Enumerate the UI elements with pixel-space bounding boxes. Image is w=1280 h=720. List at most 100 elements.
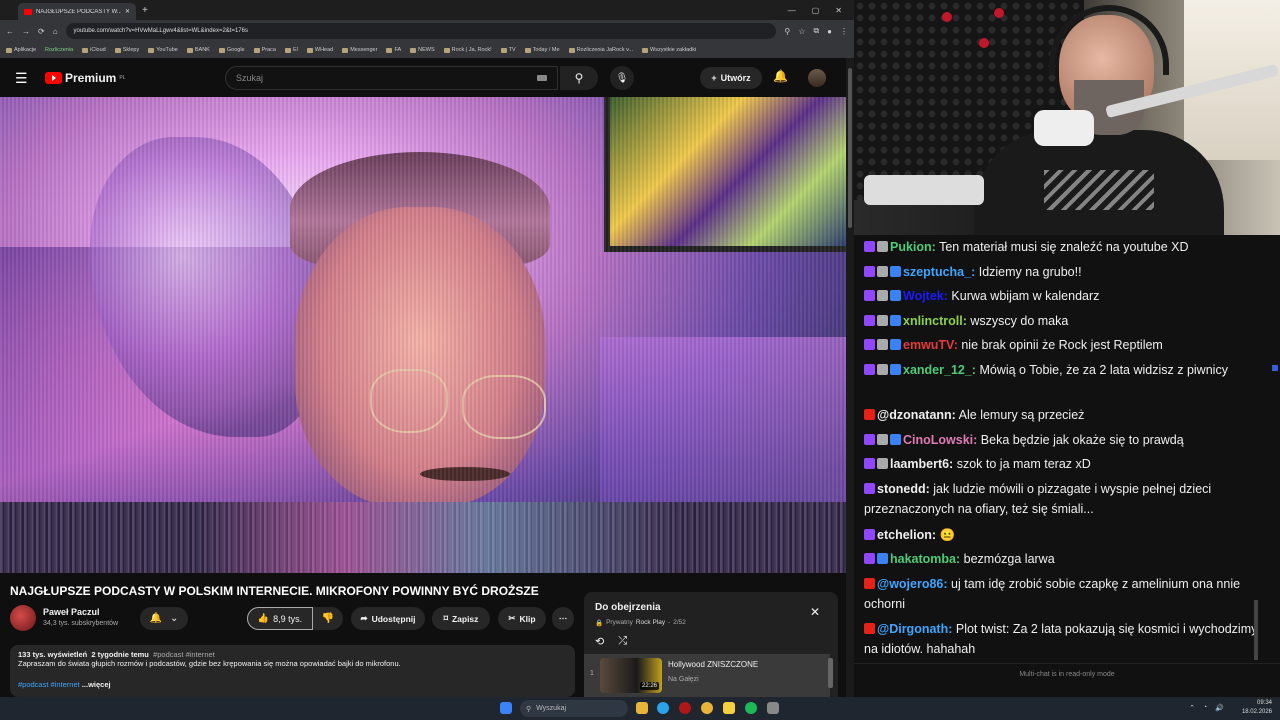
browser-tab[interactable]: NAJGŁUPSZE PODCASTY W... ✕	[18, 3, 136, 20]
close-window-icon[interactable]: ✕	[835, 6, 842, 15]
chat-username[interactable]: laambert6:	[890, 457, 953, 471]
star-icon[interactable]: ☆	[798, 27, 805, 36]
youtube-logo[interactable]: Premium PL	[45, 71, 125, 85]
pinned-app-icon[interactable]	[767, 702, 779, 714]
playlist-item[interactable]: 1 22:26 Hollywood ZNISZCZONE Na Gałęzi	[584, 654, 830, 697]
search-input[interactable]: Szukaj	[225, 66, 558, 90]
chat-username[interactable]: Wojtek:	[903, 289, 948, 303]
close-icon[interactable]: ✕	[810, 605, 820, 619]
kebab-menu-icon[interactable]: ⋮	[840, 27, 848, 36]
bookmark-item[interactable]: Today / Me	[524, 47, 560, 53]
shuffle-icon[interactable]: ⤮	[618, 635, 627, 648]
bookmark-item[interactable]: Google	[218, 47, 245, 53]
bookmark-item[interactable]: NEWS	[410, 47, 435, 53]
playlist-scrollbar[interactable]	[828, 658, 833, 688]
bookmark-item[interactable]: FA	[386, 47, 401, 53]
url-field[interactable]: youtube.com/watch?v=HVwMaLLgwv4&list=WL&…	[65, 23, 777, 39]
description-hashtags[interactable]: #podcast #internet	[18, 680, 80, 689]
back-icon[interactable]: ←	[6, 27, 14, 36]
file-explorer-icon[interactable]	[636, 702, 648, 714]
spotify-icon[interactable]	[745, 702, 757, 714]
clock[interactable]: 09:34 18.02.2026	[1242, 699, 1272, 717]
like-dislike-group: 👍 8,9 tys. 👎	[247, 607, 343, 630]
avatar[interactable]	[808, 69, 826, 87]
voice-search-button[interactable]: 🎙	[610, 66, 634, 90]
playlist-owner[interactable]: Rock Play	[636, 619, 665, 627]
wifi-icon[interactable]: ◔	[1203, 704, 1207, 712]
profile-icon[interactable]: ●	[827, 27, 832, 36]
chrome-icon[interactable]	[701, 702, 713, 714]
chat-username[interactable]: @dzonatann:	[877, 408, 956, 422]
video-player[interactable]	[0, 97, 846, 573]
bookmark-item[interactable]: BANK	[186, 47, 210, 53]
loop-icon[interactable]: ⟲	[595, 635, 604, 648]
notifications-bell-icon[interactable]: 🔔	[773, 69, 788, 83]
chat-text: Idziemy na grubo!!	[978, 265, 1082, 279]
edge-icon[interactable]	[657, 702, 669, 714]
chat-username[interactable]: emwuTV:	[903, 338, 958, 352]
bookmark-item[interactable]: Rozliczenia JaRock v...	[568, 47, 633, 53]
minimize-icon[interactable]: —	[788, 6, 796, 15]
windows-start-icon[interactable]	[500, 702, 512, 714]
extensions-icon[interactable]: ⧉	[813, 26, 819, 36]
show-more-link[interactable]: ...więcej	[82, 680, 111, 689]
description-hashtags-meta[interactable]: #podcast #internet	[153, 650, 215, 659]
bookmark-item[interactable]: Rock | Ja, Rock!	[443, 47, 492, 53]
bookmark-item[interactable]: Aplikacje	[6, 47, 36, 53]
opera-icon[interactable]	[679, 702, 691, 714]
keyboard-icon[interactable]	[537, 75, 547, 81]
zoom-icon[interactable]: ⚲	[784, 27, 790, 36]
create-button[interactable]: + Utwórz	[700, 67, 762, 89]
bookmark-item[interactable]: Praca	[253, 47, 276, 53]
chat-username[interactable]: CinoLowski:	[903, 433, 977, 447]
chat-username[interactable]: xnlinctroll:	[903, 314, 967, 328]
bookmark-item[interactable]: El	[284, 47, 298, 53]
bookmark-item[interactable]: Messenger	[342, 47, 377, 53]
bookmark-item[interactable]: iCloud	[82, 47, 106, 53]
subscription-bell-button[interactable]: 🔔 ⌄	[140, 607, 188, 630]
taskbar-search[interactable]: ⚲ Wyszukaj	[520, 700, 628, 717]
bookmark-item[interactable]: Rozliczenia	[45, 47, 73, 53]
chat-username[interactable]: @Dirgonath:	[877, 622, 952, 636]
playlist-item-thumbnail[interactable]: 22:26	[600, 658, 662, 693]
chat-username[interactable]: szeptucha_:	[903, 265, 975, 279]
share-button[interactable]: ➦ Udostępnij	[351, 607, 425, 630]
bookmark-item[interactable]: Sklepy	[114, 47, 139, 53]
scissors-icon: ✂	[508, 613, 516, 623]
chat-username[interactable]: xander_12_:	[903, 363, 976, 377]
chat-username[interactable]: stonedd:	[877, 482, 930, 496]
more-actions-button[interactable]: ⋯	[552, 607, 574, 630]
home-icon[interactable]: ⌂	[53, 27, 58, 36]
bookmark-item[interactable]: TV	[500, 47, 516, 53]
forward-icon[interactable]: →	[22, 27, 30, 36]
scrollbar-thumb[interactable]	[848, 68, 852, 228]
bookmark-item[interactable]: WHead	[306, 47, 333, 53]
chat-scrollbar[interactable]	[1254, 600, 1258, 660]
save-button[interactable]: ⌑ Zapisz	[432, 607, 490, 630]
maximize-icon[interactable]: ▢	[812, 6, 820, 15]
clip-button[interactable]: ✂ Klip	[498, 607, 546, 630]
channel-name[interactable]: Paweł Paczul	[43, 607, 100, 617]
video-description[interactable]: 133 tys. wyświetleń 2 tygodnie temu #pod…	[10, 645, 575, 697]
new-tab-icon[interactable]: +	[142, 5, 148, 16]
channel-avatar[interactable]	[10, 605, 36, 631]
like-button[interactable]: 👍 8,9 tys.	[247, 607, 313, 630]
volume-icon[interactable]: 🔊	[1215, 704, 1224, 712]
playlist-item-title[interactable]: Hollywood ZNISZCZONE	[668, 660, 758, 669]
bookmark-item[interactable]: YouTube	[148, 47, 178, 53]
search-button[interactable]: ⚲	[560, 66, 598, 90]
reload-icon[interactable]: ⟳	[38, 27, 45, 36]
chevron-up-icon[interactable]: ⌃	[1189, 704, 1195, 712]
dislike-button[interactable]: 👎	[313, 613, 343, 624]
bookmark-item[interactable]: Wszystkie zakładki	[642, 47, 696, 53]
chat-username[interactable]: @wojero86:	[877, 577, 948, 591]
notes-icon[interactable]	[723, 702, 735, 714]
chat-username[interactable]: hakatomba:	[890, 552, 960, 566]
page-scrollbar[interactable]	[846, 58, 854, 697]
chat-username[interactable]: Pukion:	[890, 240, 936, 254]
close-tab-icon[interactable]: ✕	[125, 8, 130, 15]
chat-username[interactable]: etchelion:	[877, 528, 936, 542]
bookmark-icon: ⌑	[443, 613, 448, 623]
playlist-title[interactable]: Do obejrzenia	[595, 602, 661, 613]
menu-icon[interactable]: ☰	[15, 70, 28, 87]
